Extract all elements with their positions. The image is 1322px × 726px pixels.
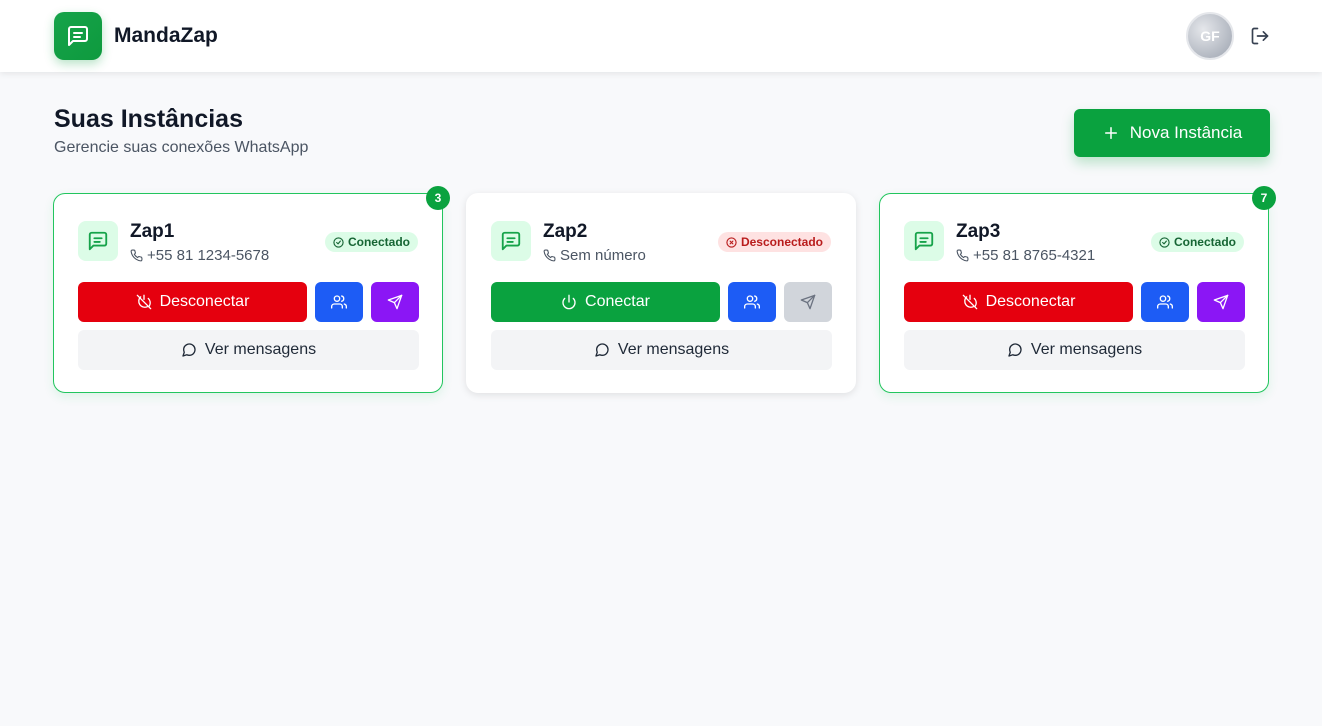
instance-icon [491,221,531,261]
view-messages-label: Ver mensagens [617,341,730,358]
user-avatar[interactable]: GF [1186,12,1234,60]
unread-count-badge: 7 [1252,186,1276,210]
page-title: Suas Instâncias [54,105,243,133]
power-off-icon [136,294,151,310]
instance-name: Zap1 [130,221,175,242]
phone-icon [543,249,556,262]
new-instance-label: Nova Instância [1129,123,1243,142]
check-circle-icon [1159,236,1170,248]
phone-icon [956,249,969,262]
phone-number: +55 81 1234-5678 [147,247,270,264]
message-circle-icon [1008,343,1022,357]
send-icon [387,294,403,310]
connect-label: Conectar [585,293,650,310]
disconnect-label: Desconectar [159,293,250,310]
app-name: MandaZap [114,24,218,47]
phone-number: +55 81 8765-4321 [973,247,1096,264]
log-out-icon [1251,27,1269,45]
top-bar: MandaZap GF [0,0,1322,72]
disconnect-label: Desconectar [985,293,1076,310]
page-subtitle: Gerencie suas conexões WhatsApp [54,139,309,156]
check-circle-icon [333,236,344,248]
x-circle-icon [726,236,737,248]
users-icon [331,295,347,309]
instance-phone: +55 81 1234-5678 [130,247,269,264]
status-badge: Desconectado [717,232,831,252]
users-icon [1157,295,1173,309]
send-icon [1213,294,1229,310]
message-circle-icon [595,343,609,357]
message-square-icon [501,231,521,251]
instance-card-zap1: 3 Zap1 +55 81 1234-5678 Conectado Descon… [53,186,450,393]
view-messages-button[interactable]: Ver mensagens [904,330,1245,370]
status-label: Desconectado [740,235,823,249]
instance-card-zap2: Zap2 Sem número Desconectado Conectar Ve… [466,193,856,393]
phone-number: Sem número [560,247,646,264]
disconnect-button[interactable]: Desconectar [78,282,307,322]
power-icon [562,294,576,310]
instance-name: Zap2 [543,221,588,242]
message-circle-icon [182,343,196,357]
logout-button[interactable] [1248,24,1272,48]
instance-name: Zap3 [956,221,1001,242]
send-icon [800,294,816,310]
view-messages-button[interactable]: Ver mensagens [491,330,832,370]
instance-phone: +55 81 8765-4321 [956,247,1095,264]
status-label: Conectado [1173,235,1236,249]
connect-button[interactable]: Conectar [491,282,720,322]
status-badge: Conectado [1150,232,1244,252]
app-logo[interactable] [54,12,102,60]
send-button-disabled[interactable] [784,282,832,322]
instance-card-zap3: 7 Zap3 +55 81 8765-4321 Conectado Descon… [879,186,1276,393]
groups-button[interactable] [728,282,776,322]
groups-button[interactable] [1141,282,1189,322]
phone-icon [130,249,143,262]
message-square-icon [914,231,934,251]
plus-icon [1104,127,1117,139]
instance-phone: Sem número [543,247,646,264]
message-square-icon [68,26,88,46]
groups-button[interactable] [315,282,363,322]
unread-count-badge: 3 [426,186,450,210]
power-off-icon [962,294,977,310]
new-instance-button[interactable]: Nova Instância [1074,109,1270,157]
disconnect-button[interactable]: Desconectar [904,282,1133,322]
status-label: Conectado [347,235,410,249]
send-button[interactable] [371,282,419,322]
instance-icon [904,221,944,261]
instance-icon [78,221,118,261]
view-messages-label: Ver mensagens [204,341,317,358]
message-square-icon [88,231,108,251]
status-badge: Conectado [324,232,418,252]
view-messages-label: Ver mensagens [1030,341,1143,358]
view-messages-button[interactable]: Ver mensagens [78,330,419,370]
users-icon [744,295,760,309]
send-button[interactable] [1197,282,1245,322]
